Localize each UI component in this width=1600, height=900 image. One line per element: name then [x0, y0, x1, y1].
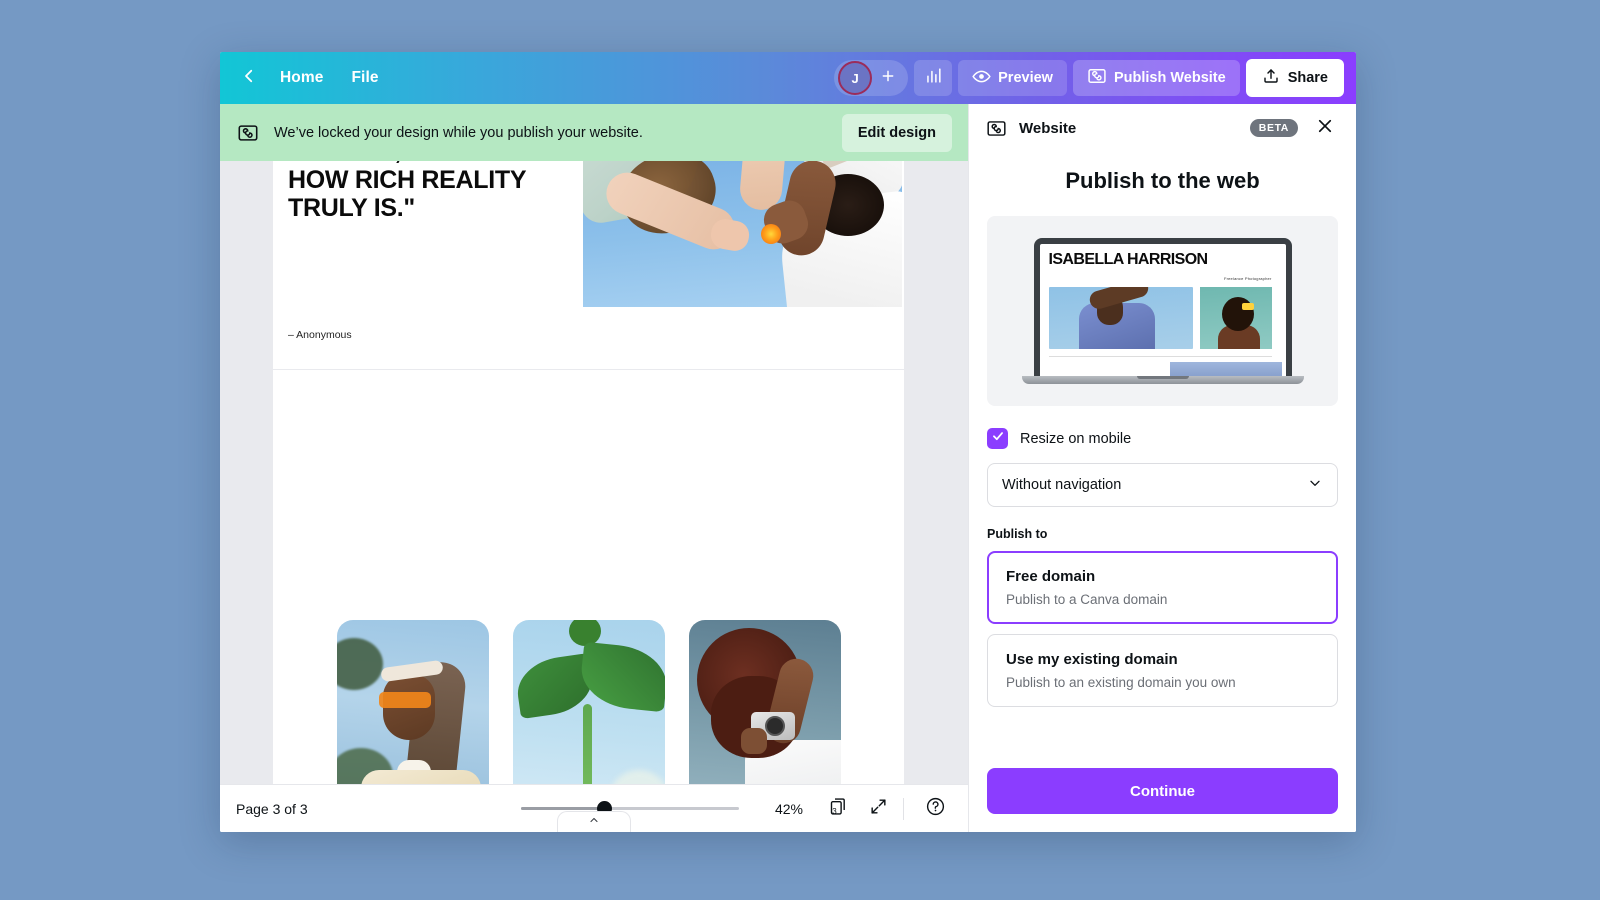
menu-file-label: File — [351, 69, 379, 86]
resize-on-mobile-checkbox[interactable] — [987, 428, 1008, 449]
preview-bottom-band — [1169, 362, 1282, 376]
back-button[interactable] — [232, 61, 266, 95]
preview-divider — [1048, 356, 1272, 357]
continue-label: Continue — [1130, 782, 1195, 800]
share-button[interactable]: Share — [1245, 59, 1344, 97]
toolbar-divider — [903, 797, 904, 820]
locked-design-banner: We’ve locked your design while you publi… — [220, 104, 968, 161]
option-free-domain-desc: Publish to a Canva domain — [1006, 592, 1168, 607]
edit-design-button[interactable]: Edit design — [841, 113, 952, 152]
beta-badge: BETA — [1249, 119, 1298, 137]
publish-website-label: Publish Website — [1113, 70, 1226, 86]
help-circle-icon — [925, 796, 946, 822]
laptop-base — [1021, 376, 1304, 384]
preview-label: Preview — [998, 70, 1053, 86]
zoom-level[interactable]: 42% — [763, 801, 815, 817]
avatar-initial: J — [851, 70, 859, 86]
top-toolbar-right: J Preview Publish Website Share — [834, 59, 1356, 97]
top-toolbar-left: Home File — [220, 61, 393, 95]
close-panel-button[interactable] — [1310, 113, 1340, 143]
laptop-notch — [1136, 376, 1189, 379]
laptop-screen: ISABELLA HARRISON Freelance Photographer — [1033, 238, 1292, 376]
quote-author[interactable]: – Anonymous — [288, 329, 352, 341]
laptop-mockup: ISABELLA HARRISON Freelance Photographer — [1021, 238, 1304, 384]
website-icon — [1087, 66, 1107, 90]
art-leaf-b — [577, 641, 665, 713]
bar-chart-icon — [924, 66, 943, 90]
insights-button[interactable] — [914, 60, 953, 96]
preview-site-title: ISABELLA HARRISON — [1048, 251, 1209, 268]
option-existing-domain[interactable]: Use my existing domain Publish to an exi… — [987, 634, 1338, 707]
resize-on-mobile-row[interactable]: Resize on mobile — [987, 428, 1338, 449]
hero-photo[interactable] — [583, 161, 902, 307]
menu-file[interactable]: File — [337, 62, 392, 94]
collapse-panel-tab[interactable] — [557, 811, 631, 832]
art-sunglasses — [378, 692, 431, 708]
panel-footer: Continue — [969, 754, 1356, 832]
canva-editor-window: Home File J Preview Publish Website Shar… — [220, 52, 1356, 832]
collaborators-group: J — [834, 60, 909, 96]
top-toolbar: Home File J Preview Publish Website Shar… — [220, 52, 1356, 104]
quote-text[interactable]: IMAGE, FREEZING A MOMENT, REVEALS HOW RI… — [288, 161, 538, 222]
resize-on-mobile-label: Resize on mobile — [1020, 430, 1132, 447]
canvas-page-top[interactable]: IMAGE, FREEZING A MOMENT, REVEALS HOW RI… — [273, 161, 904, 369]
art-hand — [740, 728, 767, 754]
option-free-domain-title: Free domain — [1006, 568, 1096, 585]
continue-button[interactable]: Continue — [987, 768, 1338, 814]
add-collaborator-button[interactable] — [874, 64, 902, 92]
chevron-up-icon — [588, 813, 600, 831]
website-publish-panel: Website BETA Publish to the web ISABELLA… — [968, 104, 1356, 832]
page-count-badge: 3 — [832, 807, 837, 816]
preview-photo-left — [1048, 287, 1193, 349]
navigation-select-value: Without navigation — [1002, 477, 1122, 493]
help-button[interactable] — [918, 792, 952, 826]
website-icon — [236, 121, 260, 145]
preview-button[interactable]: Preview — [958, 60, 1067, 96]
check-icon — [991, 429, 1005, 448]
avatar[interactable]: J — [838, 61, 873, 95]
art-camera-lens — [764, 716, 785, 736]
option-existing-domain-desc: Publish to an existing domain you own — [1006, 675, 1236, 690]
publish-to-label: Publish to — [987, 527, 1048, 541]
plus-icon — [880, 68, 896, 88]
website-icon — [985, 117, 1007, 139]
option-existing-domain-title: Use my existing domain — [1006, 651, 1178, 668]
close-icon — [1316, 117, 1334, 140]
preview-photo-right-hairclip — [1241, 303, 1254, 310]
canvas-page-bottom[interactable]: FEATURE ARTICLE 1 This space is for an e… — [273, 370, 904, 832]
expand-icon — [869, 797, 888, 821]
panel-heading: Publish to the web — [1065, 168, 1260, 193]
art-leaf-left — [336, 638, 383, 690]
chevron-down-icon — [1307, 475, 1323, 496]
share-label: Share — [1287, 70, 1328, 86]
page-manager-button[interactable]: 3 — [821, 792, 855, 826]
fullscreen-button[interactable] — [861, 792, 895, 826]
preview-site-subtitle: Freelance Photographer — [1223, 276, 1272, 281]
navigation-select[interactable]: Without navigation — [987, 463, 1338, 507]
zoom-slider-fill — [521, 807, 602, 810]
site-preview: ISABELLA HARRISON Freelance Photographer — [987, 216, 1338, 406]
preview-photo-right — [1199, 287, 1272, 349]
page-stack-icon — [828, 796, 849, 822]
menu-home[interactable]: Home — [266, 62, 337, 94]
publish-website-button[interactable]: Publish Website — [1072, 60, 1240, 96]
panel-header: Website BETA — [969, 104, 1356, 152]
photo-flower — [761, 224, 781, 244]
edit-design-label: Edit design — [857, 124, 936, 141]
banner-message: We’ve locked your design while you publi… — [274, 124, 643, 141]
zoom-slider[interactable] — [521, 799, 739, 819]
panel-title: Website — [1019, 119, 1077, 137]
upload-icon — [1262, 67, 1280, 89]
page-indicator[interactable]: Page 3 of 3 — [236, 801, 308, 817]
chevron-left-icon — [240, 67, 258, 90]
menu-home-label: Home — [280, 69, 324, 86]
option-free-domain[interactable]: Free domain Publish to a Canva domain — [987, 551, 1338, 624]
eye-icon — [972, 67, 991, 90]
canvas-area[interactable]: IMAGE, FREEZING A MOMENT, REVEALS HOW RI… — [220, 161, 968, 832]
